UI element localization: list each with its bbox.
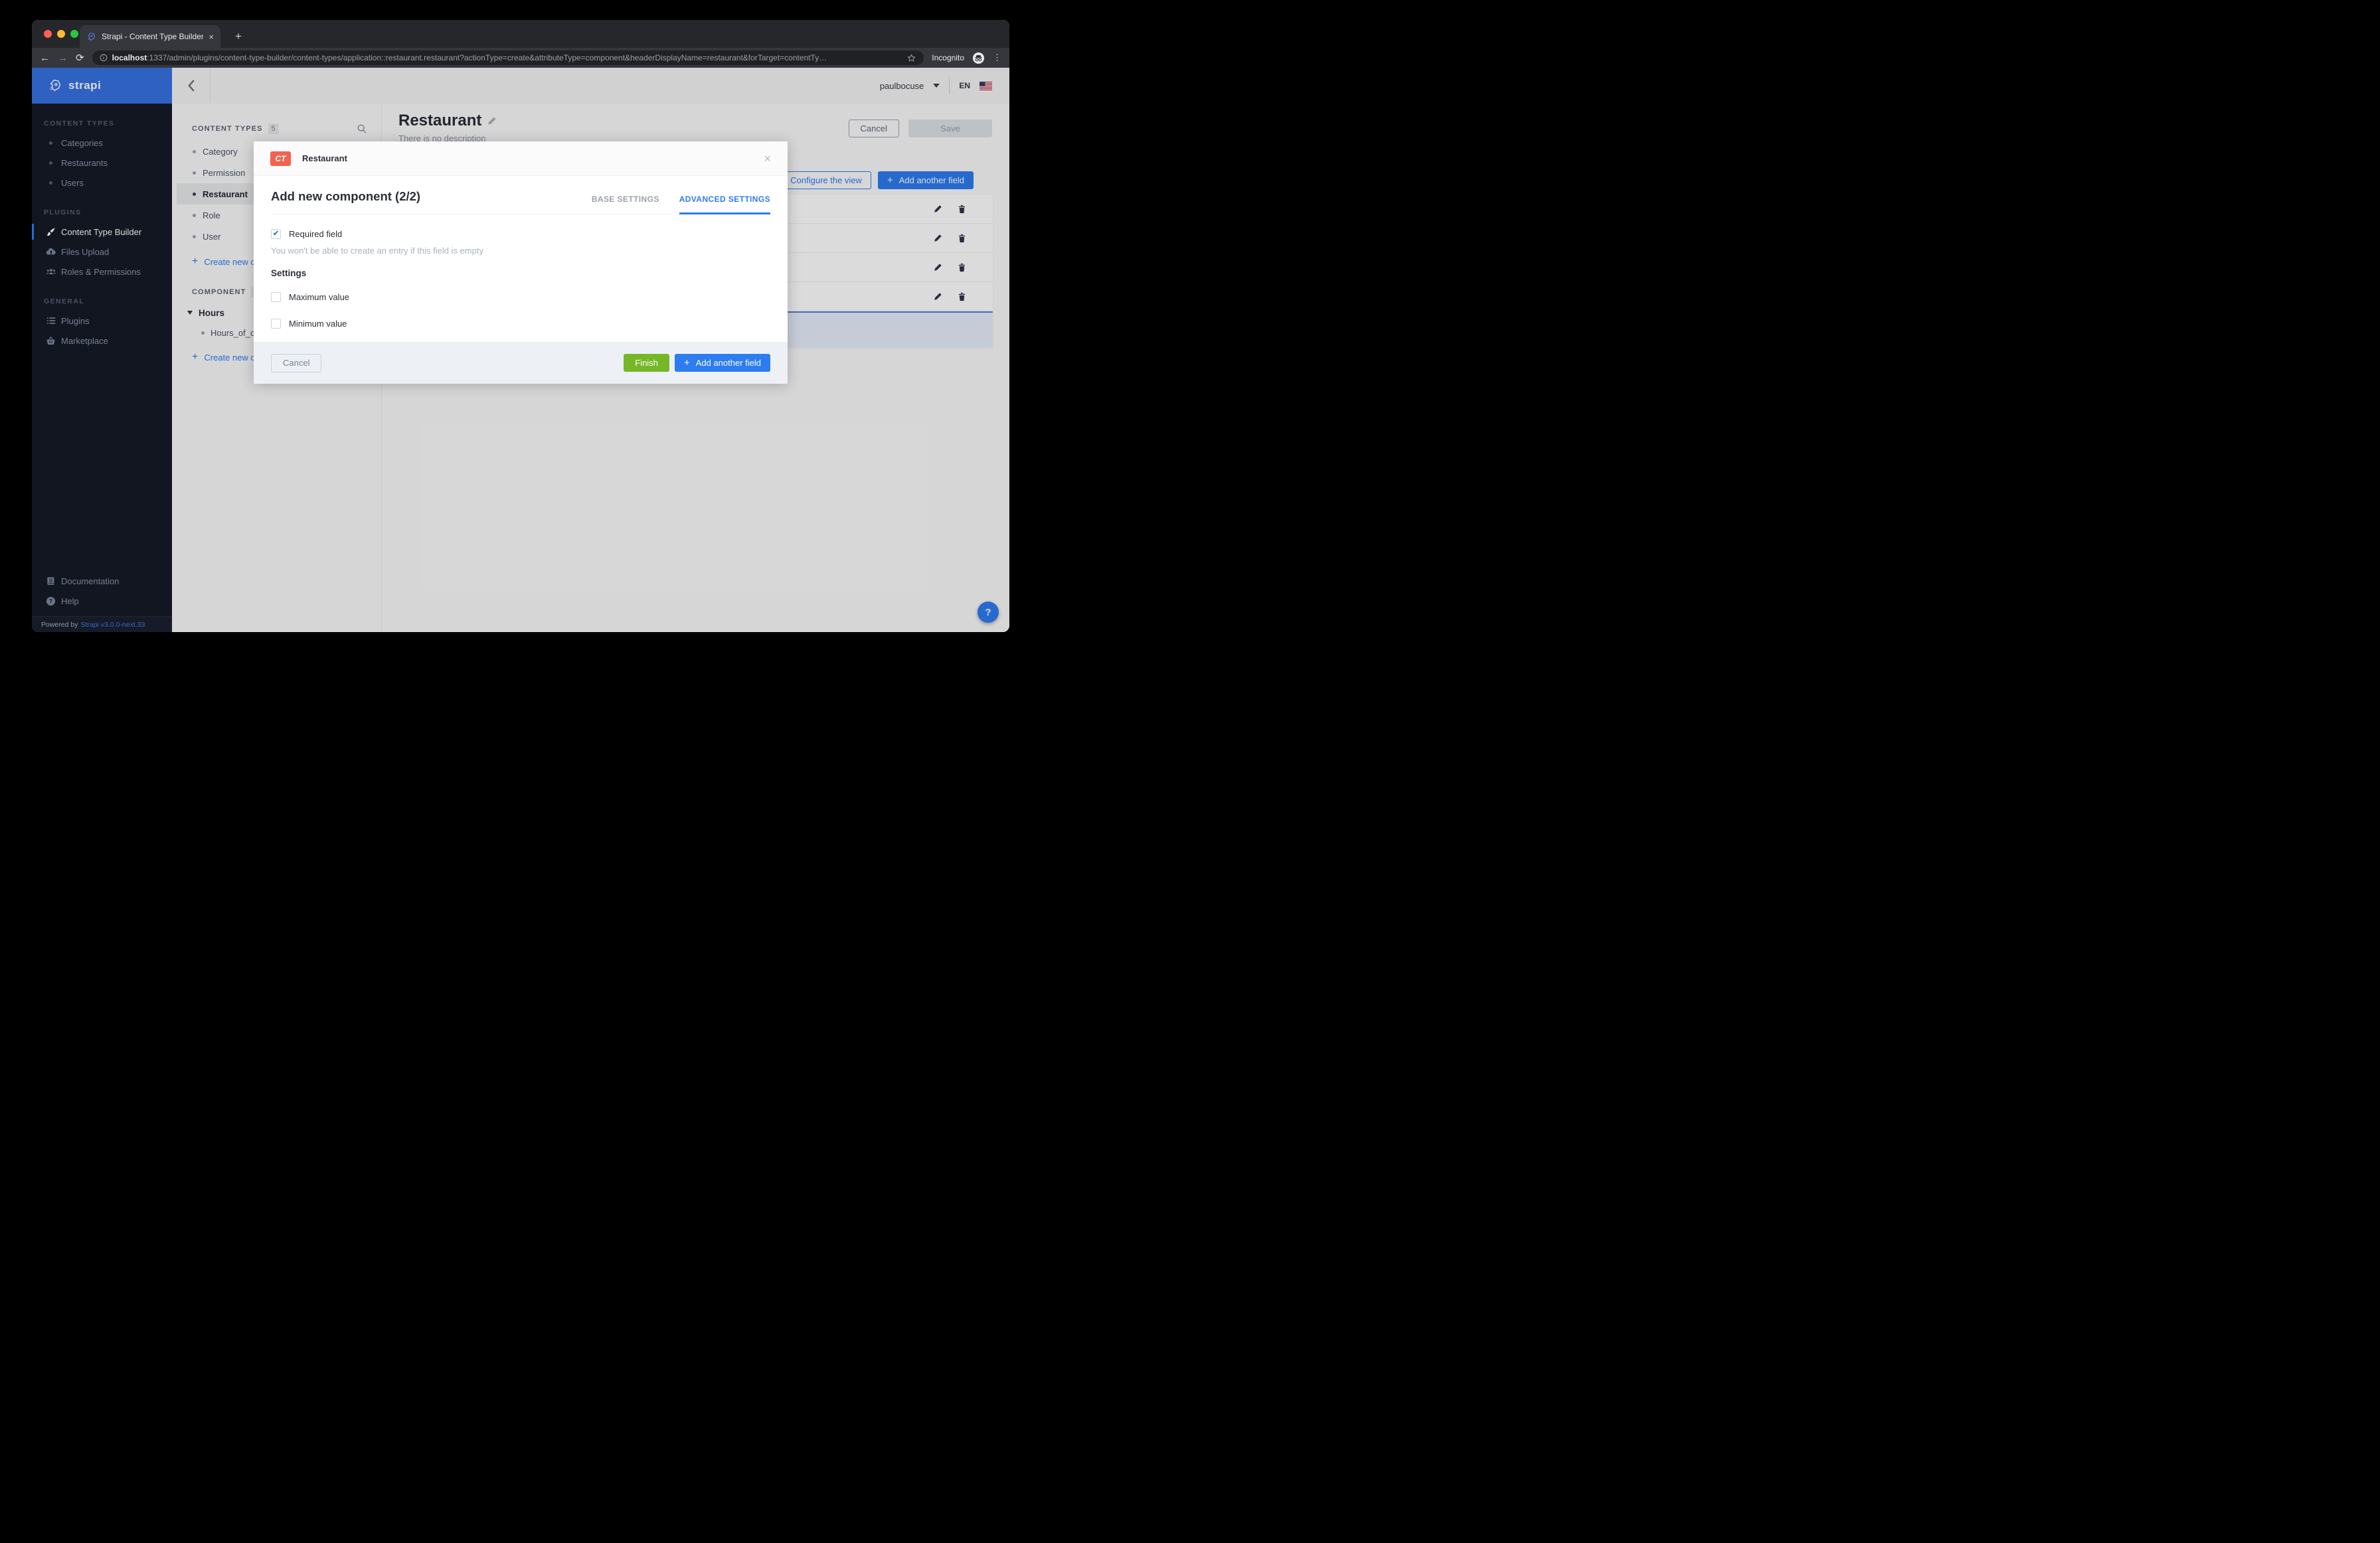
url-text[interactable]: localhost:1337/admin/plugins/content-typ…: [112, 53, 902, 62]
minimize-window-button[interactable]: [57, 30, 65, 38]
content-type-badge: CT: [270, 151, 291, 166]
maximum-value-row[interactable]: Maximum value: [271, 292, 770, 302]
required-field-row[interactable]: ✔ Required field: [271, 229, 770, 239]
close-window-button[interactable]: [44, 30, 52, 38]
required-label: Required field: [289, 229, 343, 239]
modal-entity-name: Restaurant: [302, 153, 347, 163]
zoom-window-button[interactable]: [70, 30, 78, 38]
modal-heading: Add new component (2/2): [271, 189, 421, 203]
url-path: :1337/admin/plugins/content-type-builder…: [147, 53, 827, 62]
incognito-icon: [972, 52, 985, 64]
reload-icon[interactable]: ⟳: [76, 52, 84, 64]
required-help-text: You won't be able to create an entry if …: [271, 246, 483, 256]
strapi-app: strapi CONTENT TYPES Categories Restaura…: [32, 68, 1009, 632]
tab-advanced-settings[interactable]: ADVANCED SETTINGS: [679, 195, 770, 214]
modal-tabs: BASE SETTINGS ADVANCED SETTINGS: [592, 195, 770, 214]
maximum-value-label: Maximum value: [289, 292, 350, 302]
forward-icon[interactable]: →: [58, 52, 68, 64]
new-tab-button[interactable]: +: [231, 30, 246, 43]
tab-strip: Strapi - Content Type Builder × +: [32, 20, 1009, 48]
finish-button[interactable]: Finish: [624, 354, 669, 372]
add-component-modal: CT Restaurant × Add new component (2/2) …: [254, 141, 788, 384]
plus-icon: +: [683, 357, 690, 368]
info-icon[interactable]: [100, 54, 108, 62]
address-bar[interactable]: localhost:1337/admin/plugins/content-typ…: [92, 50, 924, 65]
url-host: localhost: [112, 53, 147, 62]
maximum-value-checkbox[interactable]: [271, 292, 281, 302]
tab-close-icon[interactable]: ×: [209, 32, 214, 42]
tab-title: Strapi - Content Type Builder: [102, 32, 204, 41]
strapi-favicon-icon: [88, 32, 96, 41]
browser-toolbar: ← → ⟳ localhost:1337/admin/plugins/conte…: [32, 48, 1009, 68]
minimum-value-checkbox[interactable]: [271, 319, 281, 329]
incognito-label: Incognito: [932, 53, 964, 62]
modal-cancel-button[interactable]: Cancel: [271, 353, 322, 372]
check-icon: ✔: [272, 230, 280, 238]
window-controls: [44, 30, 78, 38]
bookmark-star-icon[interactable]: [906, 53, 916, 63]
settings-title: Settings: [271, 268, 307, 278]
modal-add-another-field-button[interactable]: + Add another field: [674, 354, 770, 372]
close-icon[interactable]: ×: [764, 153, 771, 165]
minimum-value-label: Minimum value: [289, 319, 347, 329]
browser-menu-icon[interactable]: ⋮: [993, 52, 1001, 63]
modal-footer: Cancel Finish + Add another field: [254, 342, 788, 384]
modal-add-field-label: Add another field: [695, 358, 761, 368]
back-icon[interactable]: ←: [40, 52, 50, 64]
required-checkbox[interactable]: ✔: [271, 229, 281, 239]
tab-base-settings[interactable]: BASE SETTINGS: [592, 195, 659, 214]
browser-window: Strapi - Content Type Builder × + ← → ⟳ …: [32, 20, 1009, 632]
browser-tab[interactable]: Strapi - Content Type Builder ×: [80, 25, 220, 48]
minimum-value-row[interactable]: Minimum value: [271, 319, 770, 329]
modal-header: CT Restaurant ×: [254, 141, 788, 176]
